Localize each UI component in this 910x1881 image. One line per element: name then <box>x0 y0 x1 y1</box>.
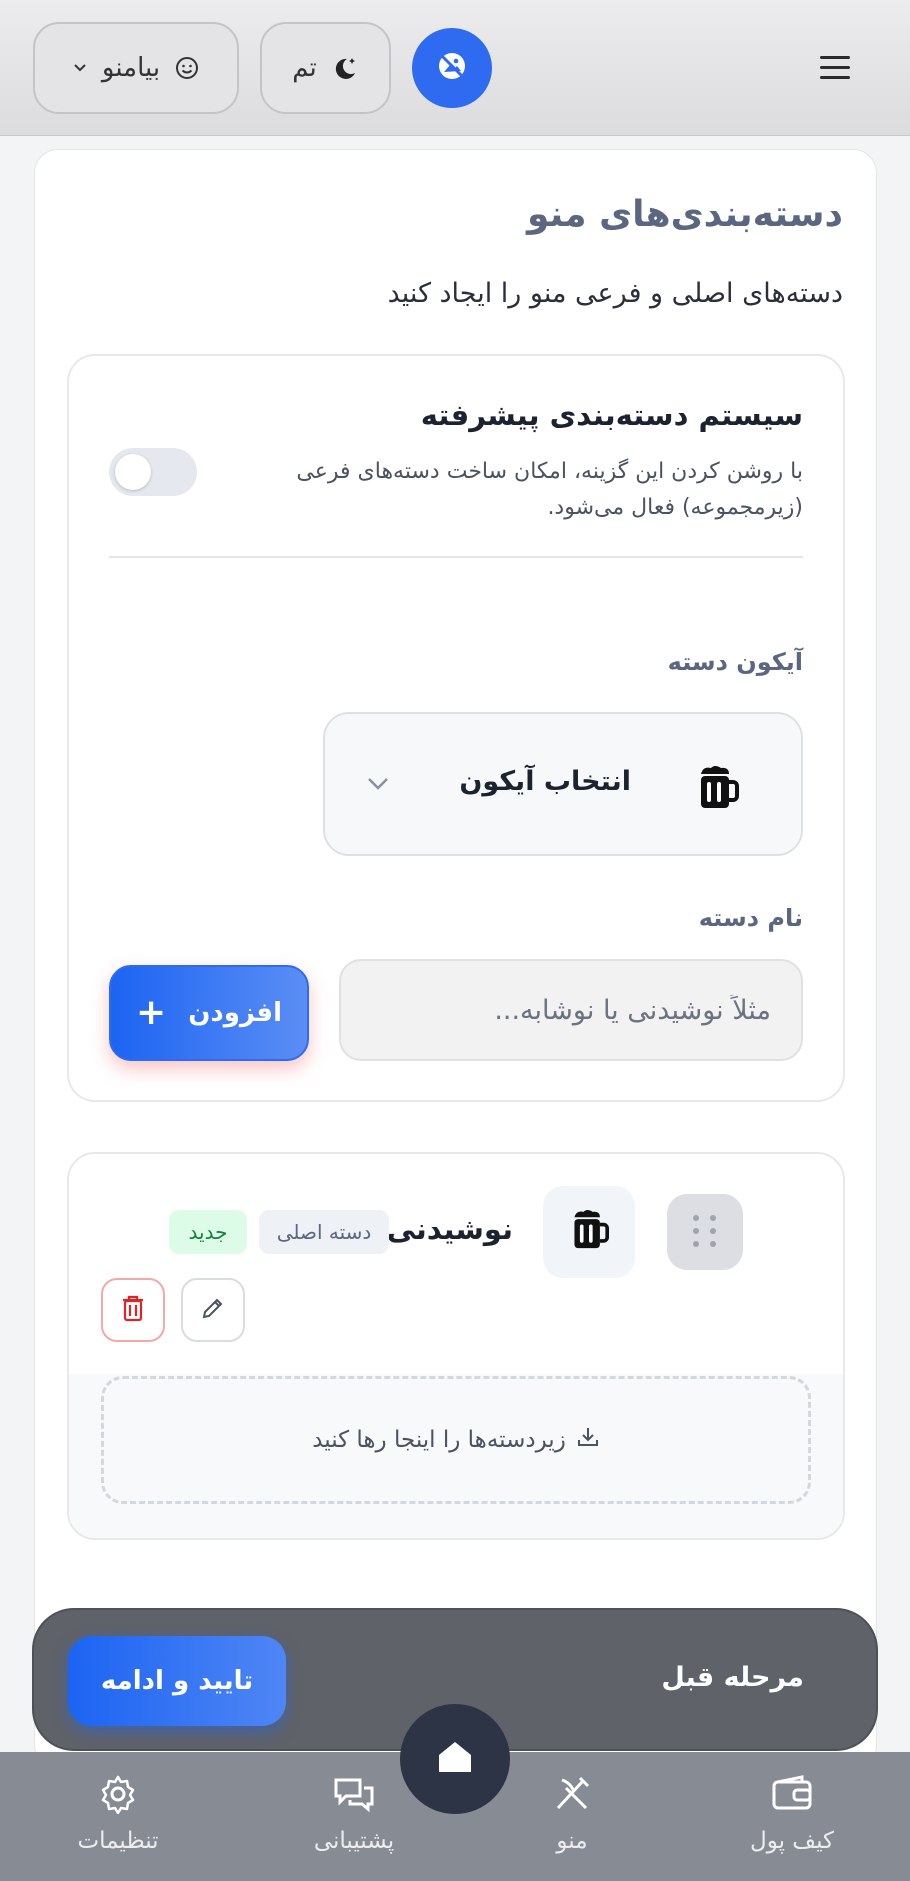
icon-select-label: انتخاب آیکون <box>459 766 631 797</box>
divider <box>109 556 803 558</box>
nav-label-wallet: کیف پول <box>749 1828 834 1854</box>
advanced-system-description: با روشن کردن این گزینه، امکان ساخت دسته‌… <box>296 459 803 520</box>
icon-select-dropdown[interactable]: انتخاب آیکون <box>323 712 803 856</box>
subcategory-drop-zone[interactable]: زیردسته‌ها را اینجا رها کنید <box>101 1376 811 1504</box>
fork-knife-icon <box>552 1774 592 1818</box>
wallet-icon <box>770 1774 814 1818</box>
plus-icon: + <box>136 992 167 1033</box>
language-label: بیامنو <box>101 53 161 83</box>
nav-item-menu[interactable]: منو <box>492 1774 652 1854</box>
nav-label-settings: تنظیمات <box>77 1828 159 1854</box>
previous-step-button[interactable]: مرحله قبل <box>661 1662 804 1693</box>
category-name-input[interactable] <box>339 959 803 1061</box>
advanced-system-title: سیستم دسته‌بندی پیشرفته <box>420 398 803 432</box>
nav-item-settings[interactable]: تنظیمات <box>38 1774 198 1854</box>
page-title: دسته‌بندی‌های منو <box>527 194 843 235</box>
hamburger-menu-icon[interactable] <box>820 56 850 80</box>
add-category-button[interactable]: افزودن + <box>109 965 309 1061</box>
category-form-card: سیستم دسته‌بندی پیشرفته با روشن کردن این… <box>67 354 845 1102</box>
advanced-system-toggle[interactable] <box>109 448 197 496</box>
category-item: نوشیدنی دسته اصلی جدید زیردسته‌ها را این… <box>67 1152 845 1540</box>
profile-button[interactable] <box>412 28 492 108</box>
main-category-badge: دسته اصلی <box>259 1210 389 1254</box>
gear-icon <box>98 1774 138 1818</box>
language-selector[interactable]: بیامنو <box>33 22 239 114</box>
download-tray-icon <box>576 1426 600 1454</box>
chevron-down-icon <box>365 774 391 796</box>
top-bar: بیامنو تم <box>0 0 910 136</box>
theme-toggle-button[interactable]: تم <box>260 22 391 114</box>
category-icon-box <box>543 1186 635 1278</box>
pencil-icon <box>199 1294 227 1326</box>
beer-mug-icon <box>695 764 739 816</box>
image-off-icon <box>435 49 469 87</box>
home-button[interactable] <box>400 1704 510 1814</box>
chevron-down-icon <box>72 62 88 74</box>
theme-label: تم <box>292 53 317 83</box>
nav-item-wallet[interactable]: کیف پول <box>712 1774 872 1854</box>
nav-label-support: پشتیبانی <box>313 1828 395 1854</box>
main-card: دسته‌بندی‌های منو دسته‌های اصلی و فرعی م… <box>34 149 877 1769</box>
subcategory-area: زیردسته‌ها را اینجا رها کنید <box>69 1374 843 1538</box>
add-button-label: افزودن <box>188 998 282 1028</box>
new-badge: جدید <box>169 1210 247 1254</box>
home-icon <box>435 1739 475 1779</box>
smiley-icon <box>174 55 200 81</box>
drag-handle-icon[interactable] <box>667 1194 743 1270</box>
edit-button[interactable] <box>181 1278 245 1342</box>
trash-icon <box>119 1293 147 1327</box>
beer-mug-icon <box>569 1208 609 1256</box>
toggle-knob <box>115 454 151 490</box>
name-field-label: نام دسته <box>698 904 803 932</box>
page-subtitle: دسته‌های اصلی و فرعی منو را ایجاد کنید <box>387 278 843 309</box>
nav-label-menu: منو <box>556 1828 588 1854</box>
icon-field-label: آیکون دسته <box>667 648 803 676</box>
drop-zone-text: زیردسته‌ها را اینجا رها کنید <box>312 1427 566 1453</box>
delete-button[interactable] <box>101 1278 165 1342</box>
category-name: نوشیدنی <box>386 1212 513 1246</box>
chat-bubbles-icon <box>332 1774 376 1818</box>
confirm-continue-button[interactable]: تایید و ادامه <box>68 1636 286 1726</box>
moon-stars-icon <box>331 54 359 82</box>
